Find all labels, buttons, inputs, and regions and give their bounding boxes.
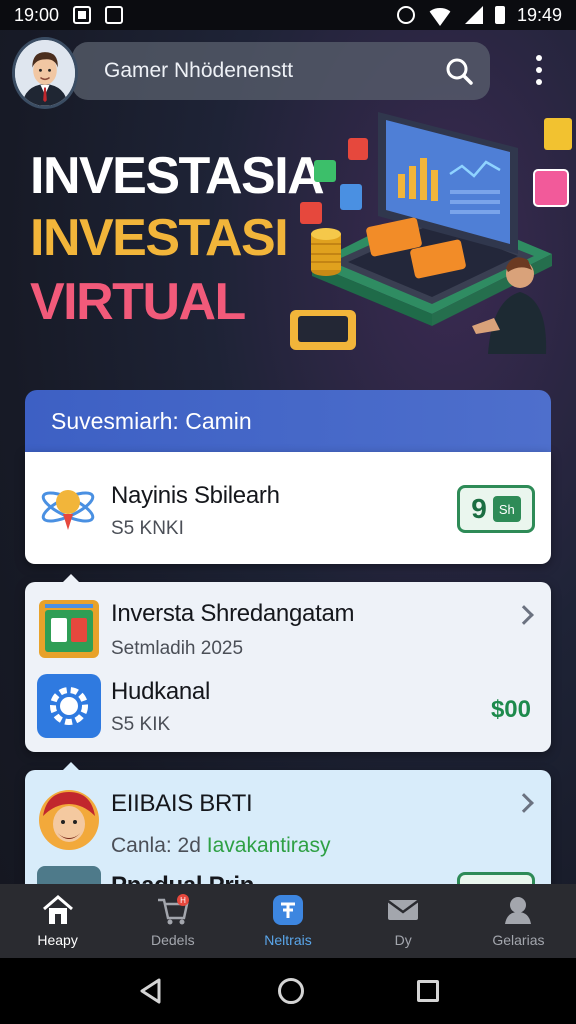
section-title: Suvesmiarh: Camin [51,407,252,434]
hero-title-line3: VIRTUAL [30,273,246,331]
nav-label: Dy [394,932,412,948]
alarm-icon [396,6,415,24]
app-screen: 19:00 19:49 Gamer Nhödenenstt INVESTASIA… [0,0,576,1024]
chart-screen-icon [39,600,99,658]
search-bar[interactable]: Gamer Nhödenenstt [72,42,490,100]
nav-profile[interactable]: Gelarias [461,884,576,958]
bottom-navigation: Heapy H Dedels Neltrais Dy Gelarias [0,884,576,958]
nav-label: Dedels [151,932,195,948]
search-icon[interactable] [444,56,474,86]
card-notch [63,574,79,582]
image-icon [105,6,124,24]
back-button[interactable] [137,977,165,1005]
cart-icon: H [157,894,189,925]
item-title: EIIBAIS BRTI [111,790,253,818]
badge-suffix: Sh [492,496,521,522]
badge-value: 9 [471,493,487,524]
nav-label: Gelarias [492,932,545,948]
nav-finance[interactable]: Neltrais [230,884,345,958]
more-vertical-icon[interactable] [530,52,548,88]
hero-title-line2: INVESTASI [30,209,289,267]
item-subtitle: S5 KIK [111,714,171,735]
list-card: Inversta Shredangatam Setmladih 2025 Hud… [25,574,551,752]
notification-icon [73,6,92,24]
search-text: Gamer Nhödenenstt [104,59,294,82]
recents-button[interactable] [417,980,440,1002]
laptop-investment-illustration [290,112,572,354]
status-bar: 19:00 19:49 [0,0,576,30]
item-subtitle-highlight: Iavakantirasy [206,834,331,857]
item-title: Nayinis Sbilearh [111,482,280,509]
clock-right: 19:49 [516,4,562,25]
mail-icon [387,899,419,920]
item-subtitle: S5 KNKI [111,518,184,539]
character-face-icon [39,790,99,850]
avatar[interactable] [12,37,78,109]
item-amount: $00 [490,696,531,723]
item-subtitle-prefix: Canla: 2d [111,834,201,857]
signal-icon [464,6,483,24]
nav-home[interactable]: Heapy [0,884,115,958]
list-item[interactable]: Nayinis Sbilearh S5 KNKI 9 Sh [25,452,551,564]
chevron-right-icon[interactable] [514,605,534,625]
wifi-icon [426,8,453,26]
home-button[interactable] [277,978,304,1004]
battery-icon [494,6,505,24]
nav-label: Heapy [37,932,78,948]
item-title-text: EIIBAIS BRTI [111,790,253,817]
hero-title-line1: INVESTASIA [30,147,325,205]
system-navigation [0,958,576,1024]
nav-label: Neltrais [264,932,312,948]
gear-icon [37,674,101,738]
section-header: Suvesmiarh: Camin [25,390,551,452]
nav-badge: H [180,896,186,905]
chevron-right-icon[interactable] [514,793,534,813]
item-title: Inversta Shredangatam [111,600,355,627]
price-badge[interactable]: 9 Sh [457,485,535,533]
profile-icon [505,897,532,924]
clock-left: 19:00 [14,4,60,25]
item-title: Hudkanal [111,678,211,705]
card-notch [63,762,79,770]
item-subtitle: Canla: 2d Iavakantirasy [111,834,330,858]
home-icon [42,895,73,924]
atom-rocket-icon [41,490,95,530]
finance-icon [273,895,303,925]
item-subtitle: Setmladih 2025 [111,638,244,659]
nav-deals[interactable]: H Dedels [115,884,230,958]
nav-messages[interactable]: Dy [346,884,461,958]
